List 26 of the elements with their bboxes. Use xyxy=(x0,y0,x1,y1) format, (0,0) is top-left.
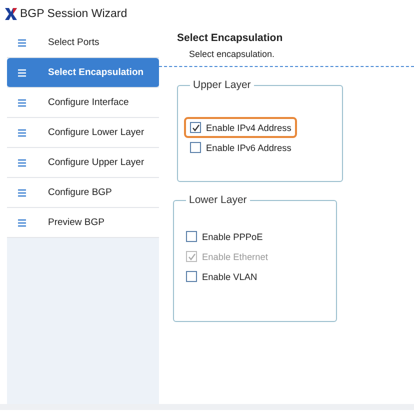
sidebar-item[interactable]: Configure Interface xyxy=(7,88,159,118)
sidebar-item[interactable]: Preview BGP xyxy=(7,208,159,238)
window-title: BGP Session Wizard xyxy=(20,8,128,20)
checkbox-option[interactable]: Enable IPv6 Address xyxy=(186,139,296,156)
page-title: Select Encapsulation xyxy=(177,32,283,44)
list-icon xyxy=(18,218,26,226)
group-title: Lower Layer xyxy=(188,194,248,206)
page-subtitle: Select encapsulation. xyxy=(189,49,275,59)
sidebar-item[interactable]: Configure Lower Layer xyxy=(7,118,159,148)
check-icon xyxy=(188,252,196,260)
list-icon xyxy=(18,38,26,46)
sidebar-item[interactable]: Select Ports xyxy=(7,28,159,58)
sidebar-item[interactable]: Configure BGP xyxy=(7,178,159,208)
list-icon xyxy=(18,98,26,106)
checkbox-option[interactable]: Enable VLAN xyxy=(182,268,262,285)
list-icon xyxy=(18,188,26,196)
logo-icon xyxy=(5,8,17,20)
list-icon xyxy=(18,158,26,166)
check-icon xyxy=(192,124,200,132)
list-icon xyxy=(18,128,26,136)
group-title: Upper Layer xyxy=(192,79,252,91)
list-icon xyxy=(18,68,26,76)
checkbox-option[interactable]: Enable IPv4 Address xyxy=(186,119,296,136)
sidebar-item[interactable]: Select Encapsulation xyxy=(7,58,159,88)
sidebar-item[interactable]: Configure Upper Layer xyxy=(7,148,159,178)
checkbox-option[interactable]: Enable PPPoE xyxy=(182,228,267,245)
